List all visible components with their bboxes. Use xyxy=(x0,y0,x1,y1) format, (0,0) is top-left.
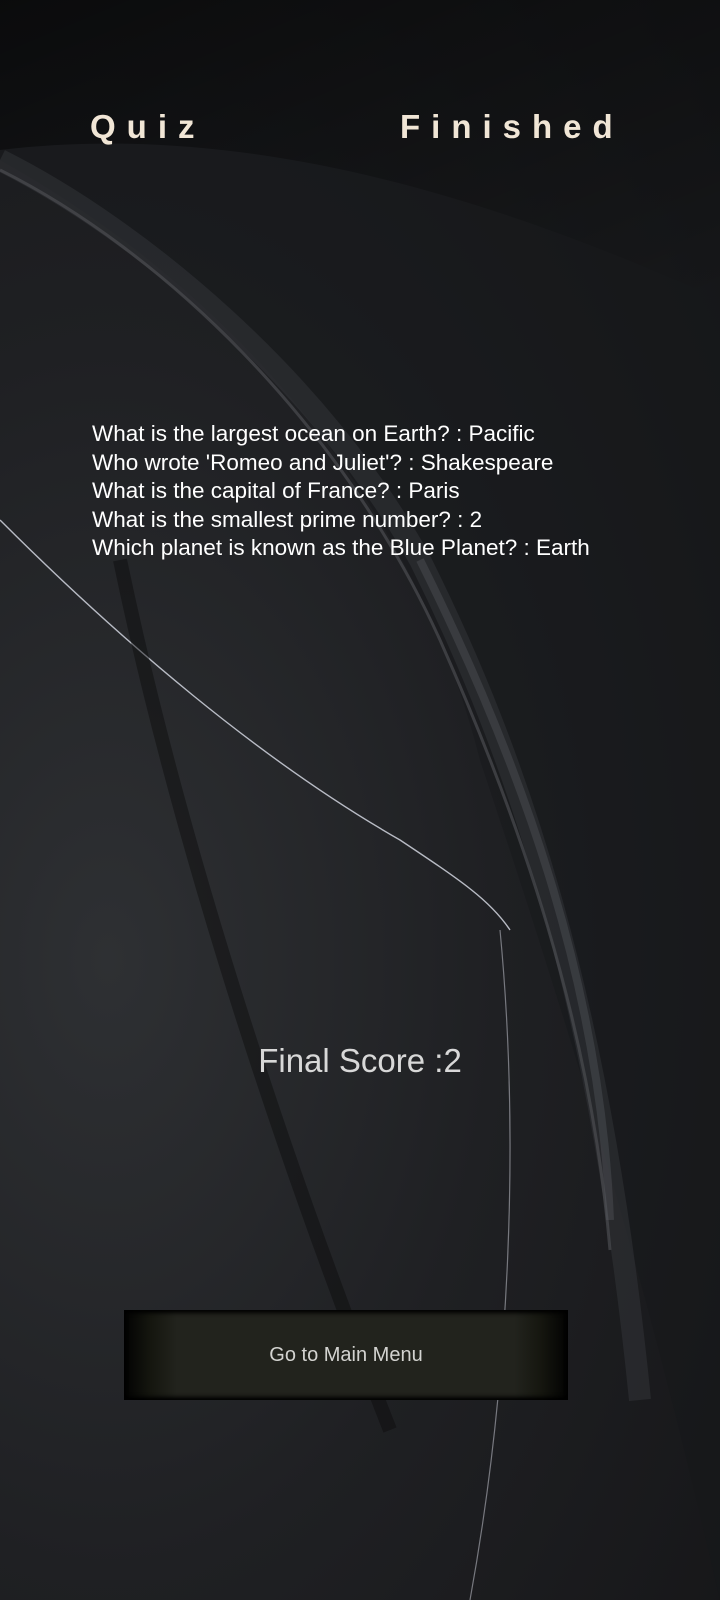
final-score: Final Score :2 xyxy=(258,1042,462,1079)
result-item: What is the smallest prime number? : 2 xyxy=(92,506,483,532)
main-menu-button[interactable]: Go to Main Menu xyxy=(124,1310,568,1400)
result-item: Who wrote 'Romeo and Juliet'? : Shakespe… xyxy=(92,449,554,475)
result-item: What is the capital of France? : Paris xyxy=(92,478,460,503)
result-item: What is the largest ocean on Earth? : Pa… xyxy=(92,421,535,446)
results-list: What is the largest ocean on Earth? : Pa… xyxy=(92,420,632,563)
title-finished: Finished xyxy=(400,108,624,145)
result-item: Which planet is known as the Blue Planet… xyxy=(92,535,590,560)
title-quiz: Quiz xyxy=(90,108,206,145)
